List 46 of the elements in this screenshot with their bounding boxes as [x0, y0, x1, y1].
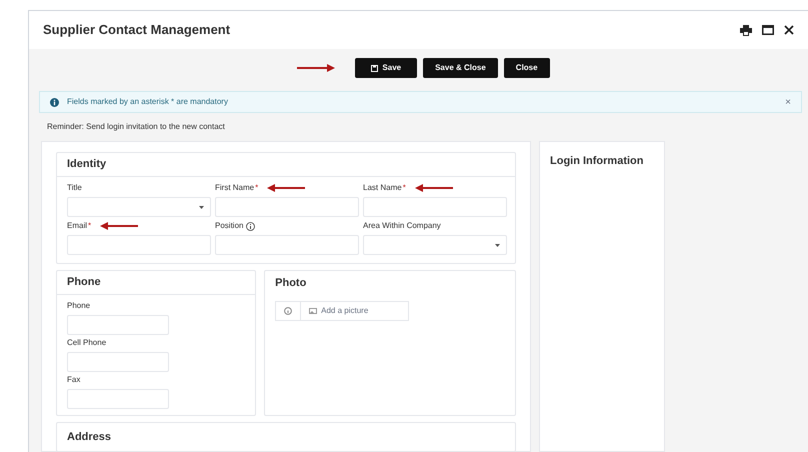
- notice-text: Fields marked by an asterisk * are mandatory: [67, 96, 228, 108]
- image-icon: [309, 308, 318, 314]
- reminder-text: Reminder: Send login invitation to the new contact: [47, 121, 226, 133]
- annotation-arrow-icon: [100, 222, 138, 230]
- save-icon: [371, 64, 378, 72]
- toolbar-button[interactable]: Close: [504, 58, 550, 78]
- annotation-arrow-icon: [414, 184, 453, 192]
- input-field[interactable]: [67, 389, 169, 409]
- input-field[interactable]: [215, 197, 359, 217]
- field-label: Phone: [67, 300, 90, 312]
- input-field[interactable]: [67, 315, 169, 335]
- annotation-arrow-icon: [267, 184, 306, 192]
- input-field[interactable]: [67, 235, 211, 255]
- field-label: Position: [215, 220, 244, 232]
- required-mark: *: [88, 220, 92, 232]
- dropdown-field[interactable]: [363, 235, 507, 255]
- field-label: Fax: [67, 374, 80, 386]
- print-icon[interactable]: [740, 24, 752, 36]
- close-icon[interactable]: [784, 25, 794, 35]
- input-field[interactable]: [363, 197, 507, 217]
- field-label: Cell Phone: [67, 337, 106, 349]
- dropdown-field[interactable]: [67, 197, 211, 217]
- window-title: Supplier Contact Management: [43, 21, 230, 40]
- caret-icon: [199, 206, 204, 208]
- section-title: Phone: [67, 275, 101, 290]
- section-title: Identity: [67, 157, 106, 172]
- field-label: Title: [67, 182, 82, 194]
- required-mark: *: [255, 182, 258, 194]
- field-label: Email: [67, 220, 88, 232]
- section-title: Address: [67, 431, 112, 443]
- field-label: First Name: [215, 182, 254, 194]
- field-label: Area Within Company: [363, 220, 441, 232]
- field-label: Last Name: [363, 182, 402, 194]
- required-mark: *: [402, 182, 406, 194]
- annotation-arrow-icon: [297, 64, 336, 72]
- maximize-icon[interactable]: [762, 25, 774, 35]
- toolbar-button[interactable]: Save & Close: [423, 58, 498, 78]
- info-icon: [50, 98, 59, 106]
- close-button[interactable]: ×: [785, 94, 791, 110]
- info-icon[interactable]: [246, 222, 256, 230]
- section-title: Photo: [275, 276, 306, 291]
- input-field[interactable]: [215, 235, 359, 255]
- section-title: Login Information: [550, 155, 644, 167]
- toolbar-button[interactable]: Save: [355, 58, 418, 78]
- caret-icon: [495, 244, 500, 246]
- input-field[interactable]: [67, 352, 169, 372]
